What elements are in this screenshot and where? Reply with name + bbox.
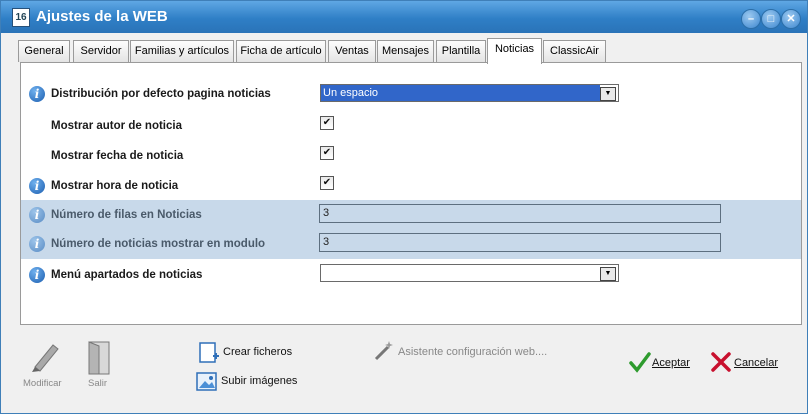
tab-ficha-articulo[interactable]: Ficha de artículo (236, 40, 326, 62)
asistente-label: Asistente configuración web.... (398, 346, 548, 358)
cancel-x-icon (711, 352, 731, 372)
setting-row-hora: i Mostrar hora de noticia ✔ (21, 173, 801, 199)
noticias-panel: i Distribución por defecto pagina notici… (20, 62, 802, 325)
tab-noticias[interactable]: Noticias (487, 38, 542, 64)
tab-familias[interactable]: Familias y artículos (130, 40, 234, 62)
chevron-down-icon[interactable]: ▼ (600, 87, 616, 101)
tab-mensajes[interactable]: Mensajes (377, 40, 434, 62)
checkmark-icon (629, 352, 651, 373)
tab-classicair[interactable]: ClassicAir (543, 40, 606, 62)
salir-label: Salir (88, 378, 108, 389)
crear-ficheros-button[interactable]: Crear ficheros (198, 342, 308, 364)
modificar-button[interactable]: Modificar (21, 339, 65, 391)
setting-label: Menú apartados de noticias (51, 269, 203, 281)
door-icon (88, 341, 110, 375)
subir-imagenes-label: Subir imágenes (221, 375, 298, 387)
autor-checkbox[interactable]: ✔ (320, 116, 334, 130)
setting-label: Número de noticias mostrar en modulo (51, 238, 266, 250)
crear-ficheros-label: Crear ficheros (223, 346, 293, 358)
select-value (321, 265, 600, 281)
window-title: Ajustes de la WEB (36, 8, 168, 25)
info-icon[interactable]: i (29, 236, 45, 252)
settings-window: 16 Ajustes de la WEB – □ ✕ General Servi… (0, 0, 808, 414)
select-value: Un espacio (321, 85, 600, 101)
setting-label: Número de filas en Noticias (51, 209, 202, 221)
num-noticias-input[interactable]: 3 (319, 233, 721, 252)
subir-imagenes-button[interactable]: Subir imágenes (196, 371, 306, 393)
app-calendar-icon: 16 (12, 8, 30, 27)
tab-ventas[interactable]: Ventas (328, 40, 376, 62)
magic-wand-icon (374, 341, 393, 361)
setting-row-menu: i Menú apartados de noticias ▼ (21, 262, 801, 288)
filas-input[interactable]: 3 (319, 204, 721, 223)
chevron-down-icon[interactable]: ▼ (600, 267, 616, 281)
info-icon[interactable]: i (29, 178, 45, 194)
tab-servidor[interactable]: Servidor (73, 40, 129, 62)
aceptar-button[interactable]: Aceptar (629, 351, 699, 375)
info-icon[interactable]: i (29, 86, 45, 102)
modificar-label: Modificar (23, 378, 62, 389)
setting-label: Mostrar hora de noticia (51, 180, 179, 192)
pencil-icon (32, 344, 59, 372)
setting-row-filas: i Número de filas en Noticias 3 (21, 200, 801, 230)
setting-label: Mostrar fecha de noticia (51, 150, 184, 162)
setting-label: Distribución por defecto pagina noticias (51, 88, 271, 100)
tab-plantilla[interactable]: Plantilla (436, 40, 486, 62)
info-icon[interactable]: i (29, 267, 45, 283)
cancelar-button[interactable]: Cancelar (710, 351, 790, 375)
image-upload-icon (196, 372, 217, 391)
setting-label: Mostrar autor de noticia (51, 120, 182, 132)
salir-button[interactable]: Salir (85, 339, 113, 391)
close-button[interactable]: ✕ (781, 9, 801, 29)
maximize-button[interactable]: □ (761, 9, 781, 29)
info-icon[interactable]: i (29, 207, 45, 223)
new-file-icon (199, 342, 219, 363)
setting-row-autor: Mostrar autor de noticia ✔ (21, 113, 801, 139)
hora-checkbox[interactable]: ✔ (320, 176, 334, 190)
setting-row-num-noticias: i Número de noticias mostrar en modulo 3 (21, 230, 801, 259)
setting-row-distribucion: i Distribución por defecto pagina notici… (21, 81, 801, 107)
title-bar[interactable]: 16 Ajustes de la WEB – □ ✕ (1, 1, 807, 33)
asistente-button[interactable]: Asistente configuración web.... (373, 339, 563, 363)
distribucion-select[interactable]: Un espacio ▼ (320, 84, 619, 102)
menu-select[interactable]: ▼ (320, 264, 619, 282)
setting-row-fecha: Mostrar fecha de noticia ✔ (21, 143, 801, 169)
tab-general[interactable]: General (18, 40, 70, 62)
aceptar-label: Aceptar (652, 357, 690, 369)
minimize-button[interactable]: – (741, 9, 761, 29)
fecha-checkbox[interactable]: ✔ (320, 146, 334, 160)
cancelar-label: Cancelar (734, 357, 779, 369)
